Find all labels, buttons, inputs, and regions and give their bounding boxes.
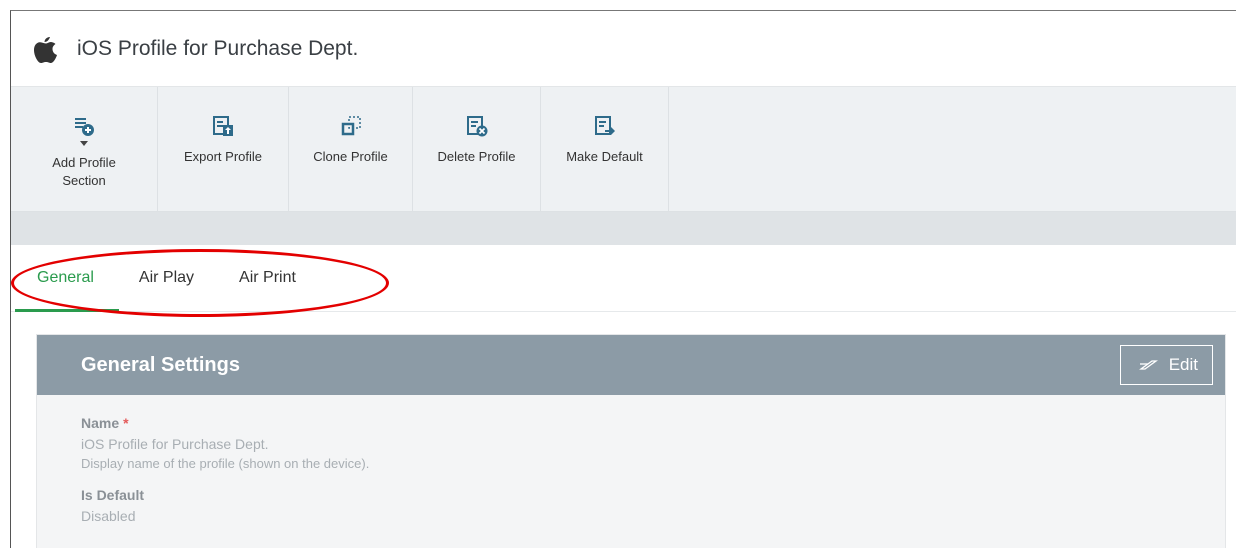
add-list-icon bbox=[75, 118, 94, 136]
toolbar-label: Add Profile Section bbox=[52, 155, 116, 188]
toolbar-label: Delete Profile bbox=[437, 149, 516, 164]
clone-profile-button[interactable]: Clone Profile bbox=[289, 87, 413, 211]
edit-icon bbox=[1138, 360, 1158, 370]
profile-window: iOS Profile for Purchase Dept. Add Profi… bbox=[10, 10, 1236, 548]
active-tab-indicator bbox=[15, 309, 119, 312]
title-bar: iOS Profile for Purchase Dept. bbox=[11, 11, 1236, 87]
add-profile-section-button[interactable]: Add Profile Section bbox=[11, 87, 158, 211]
panel-header: General Settings Edit bbox=[37, 335, 1225, 395]
toolbar: Add Profile Section Export Profile Clone… bbox=[11, 87, 1236, 212]
delete-icon bbox=[466, 116, 487, 137]
panel-body: Name * iOS Profile for Purchase Dept. Dis… bbox=[37, 395, 1225, 524]
export-profile-button[interactable]: Export Profile bbox=[158, 87, 289, 211]
tab-general[interactable]: General bbox=[37, 269, 94, 287]
page-title: iOS Profile for Purchase Dept. bbox=[77, 36, 359, 60]
tab-bar: General Air Play Air Print bbox=[11, 245, 1236, 312]
name-value: iOS Profile for Purchase Dept. bbox=[81, 436, 269, 452]
export-icon bbox=[213, 116, 233, 136]
is-default-label: Is Default bbox=[81, 487, 145, 503]
apple-icon bbox=[34, 36, 57, 63]
clone-icon bbox=[341, 116, 361, 136]
required-marker: * bbox=[123, 415, 129, 431]
separator-band bbox=[11, 212, 1236, 245]
toolbar-label: Make Default bbox=[566, 149, 643, 164]
tab-air-play[interactable]: Air Play bbox=[139, 269, 194, 287]
tab-air-print[interactable]: Air Print bbox=[239, 269, 296, 287]
name-help-text: Display name of the profile (shown on th… bbox=[81, 456, 370, 471]
make-default-button[interactable]: Make Default bbox=[541, 87, 669, 211]
panel-title: General Settings bbox=[81, 353, 240, 376]
name-label-text: Name bbox=[81, 415, 120, 431]
make-default-icon bbox=[594, 116, 615, 135]
edit-button[interactable]: Edit bbox=[1119, 345, 1213, 385]
delete-profile-button[interactable]: Delete Profile bbox=[413, 87, 541, 211]
edit-label: Edit bbox=[1168, 355, 1198, 374]
is-default-value: Disabled bbox=[81, 508, 136, 524]
chevron-down-icon bbox=[80, 141, 88, 146]
toolbar-label: Export Profile bbox=[183, 149, 263, 164]
general-settings-panel: General Settings Edit Name * iOS Profile … bbox=[36, 334, 1226, 548]
name-field-label: Name * bbox=[81, 415, 1225, 431]
toolbar-label: Clone Profile bbox=[313, 149, 388, 164]
